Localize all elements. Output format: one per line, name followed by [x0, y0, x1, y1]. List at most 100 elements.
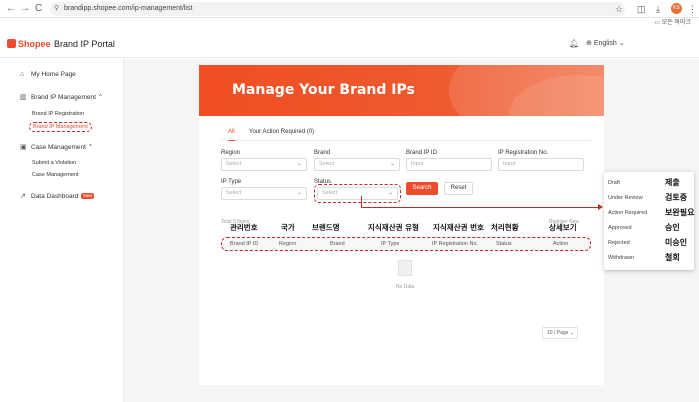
reset-button[interactable]: Reset: [444, 182, 473, 195]
banner: Manage Your Brand IPs: [199, 65, 604, 116]
table-header: Brand IP ID Region Brand IP Type IP Regi…: [221, 237, 591, 251]
status-option-ko: 제출: [665, 178, 680, 187]
briefcase-icon: ▣: [20, 144, 27, 151]
tab-all[interactable]: All: [228, 128, 235, 141]
region-placeholder: Select: [226, 161, 242, 167]
language-label: English: [593, 40, 617, 47]
status-label: Status: [314, 179, 332, 185]
column-header: Brand: [330, 241, 345, 247]
column-header: IP Registration No.: [432, 241, 479, 247]
column-header: IP Type: [381, 241, 400, 247]
search-button[interactable]: Search: [406, 182, 438, 195]
brand-ip-id-input[interactable]: Input: [406, 158, 492, 171]
status-option-en: Under Review: [608, 195, 643, 201]
site-info-icon[interactable]: ⚲: [54, 2, 59, 16]
tab-action-required[interactable]: Your Action Required (0): [249, 128, 314, 137]
address-bar[interactable]: ⚲ brandipp.shopee.com/ip-management/list: [50, 2, 625, 16]
bell-icon[interactable]: 🔔︎: [569, 39, 579, 49]
column-header: Status: [496, 241, 512, 247]
sidebar-item-case-management[interactable]: ▣ Case Management ⌃: [20, 143, 93, 152]
sidebar-sub-brand-ip-management[interactable]: Brand IP Management: [29, 122, 92, 132]
sidebar-sub-brand-ip-registration[interactable]: Brand IP Registration: [32, 110, 84, 118]
chevron-down-icon: ⌄: [296, 190, 302, 196]
language-selector[interactable]: ⊕ English ⌄: [586, 39, 625, 49]
ip-registration-no-input[interactable]: Input: [498, 158, 584, 171]
profile-avatar[interactable]: KS: [671, 3, 682, 14]
book-icon: ▥: [20, 94, 27, 101]
status-option-en: Approved: [608, 225, 632, 231]
ip-type-select[interactable]: Select ⌄: [221, 187, 307, 200]
chevron-down-icon: ⌄: [296, 161, 302, 167]
status-option-en: Withdrawn: [608, 255, 634, 261]
new-badge: New: [81, 193, 95, 199]
status-option[interactable]: Approved 승인: [608, 221, 692, 235]
ip-type-label: IP Type: [221, 179, 242, 185]
app-header: Shopee Brand IP Portal 🔔︎ ⊕ English ⌄: [0, 30, 699, 58]
chevron-up-icon: ⌃: [97, 94, 104, 101]
reload-icon[interactable]: C: [35, 3, 42, 15]
annotation-arrow: [361, 196, 600, 208]
status-option-ko: 검토중: [665, 193, 688, 202]
sidebar-item-home[interactable]: ⌂ My Home Page: [20, 70, 76, 79]
shopee-bag-icon: [7, 39, 16, 48]
column-header: Action: [553, 241, 569, 247]
all-bookmarks-label: 모든 북마크: [661, 20, 691, 26]
sidebar-sub-case-management[interactable]: Case Management: [32, 171, 78, 179]
brand-select[interactable]: Select ⌄: [314, 158, 400, 171]
extensions-icon[interactable]: ◫: [637, 3, 646, 15]
page-size-select[interactable]: 10 / Page ⌄: [542, 327, 578, 339]
status-option-ko: 승인: [665, 223, 680, 232]
portal-title: Brand IP Portal: [54, 39, 115, 49]
column-header: Region: [279, 241, 297, 247]
annotation-arrow-head: [598, 204, 603, 210]
url-text: brandipp.shopee.com/ip-management/list: [64, 5, 193, 12]
ip-registration-no-label: IP Registration No.: [498, 150, 549, 156]
region-select[interactable]: Select ⌄: [221, 158, 307, 171]
status-option[interactable]: Rejected 미승인: [608, 236, 692, 250]
korean-header: 상세보기: [549, 223, 577, 232]
shopee-logo[interactable]: Shopee: [7, 38, 51, 50]
home-icon: ⌂: [20, 71, 25, 78]
all-bookmarks[interactable]: ▭ 모든 북마크: [654, 18, 691, 28]
sidebar-sub-submit-violation[interactable]: Submit a Violation: [32, 159, 76, 167]
korean-header: 지식재산권 번호: [433, 223, 484, 232]
star-icon[interactable]: ☆: [615, 3, 623, 15]
korean-header-row: 관리번호 국가 브랜드명 지식재산권 유형 지식재산권 번호 처리현황 상세보기: [221, 222, 591, 234]
forward-icon[interactable]: →: [20, 3, 30, 15]
bookmarks-bar: ▭ 모든 북마크: [0, 18, 699, 28]
status-option[interactable]: Withdrawn 철회: [608, 251, 692, 265]
chevron-down-icon: ⌄: [618, 40, 625, 47]
empty-document-icon: [398, 260, 412, 276]
sidebar-item-label: My Home Page: [31, 71, 76, 78]
sidebar-item-label: Brand IP Management: [31, 94, 96, 101]
status-option[interactable]: Draft 제출: [608, 176, 692, 190]
status-option-ko: 보완필요: [665, 208, 695, 217]
sidebar-item-label: Data Dashboard: [31, 193, 79, 200]
download-icon[interactable]: ⤓: [656, 3, 660, 15]
status-option-en: Draft: [608, 180, 620, 186]
status-option-ko: 철회: [665, 253, 680, 262]
menu-icon[interactable]: ⋮: [688, 3, 697, 15]
korean-header: 처리현황: [491, 223, 519, 232]
status-option[interactable]: Action Required 보완필요: [608, 206, 695, 220]
ip-type-placeholder: Select: [226, 190, 242, 196]
korean-header: 브랜드명: [312, 223, 340, 232]
korean-header: 지식재산권 유형: [368, 223, 419, 232]
page-size-value: 10 / Page: [547, 330, 569, 336]
status-option-en: Action Required: [608, 210, 648, 216]
region-label: Region: [221, 150, 241, 156]
brand-label: Brand: [314, 150, 331, 156]
status-placeholder: Select: [322, 190, 338, 196]
korean-header: 관리번호: [230, 223, 258, 232]
status-option[interactable]: Under Review 검토중: [608, 191, 692, 205]
sidebar-item-data-dashboard[interactable]: ↗ Data Dashboard New: [20, 192, 95, 201]
tab-bar: All Your Action Required (0): [221, 127, 591, 141]
globe-icon: ⊕: [586, 40, 592, 47]
korean-header: 국가: [281, 223, 295, 232]
sidebar-item-brand-ip-management[interactable]: ▥ Brand IP Management ⌃: [20, 93, 103, 102]
status-option-ko: 미승인: [665, 238, 688, 247]
back-icon[interactable]: ←: [6, 3, 16, 15]
sidebar-item-label: Case Management: [31, 144, 86, 151]
chevron-down-icon: ⌄: [389, 161, 395, 167]
chevron-down-icon: ⌄: [569, 330, 574, 336]
